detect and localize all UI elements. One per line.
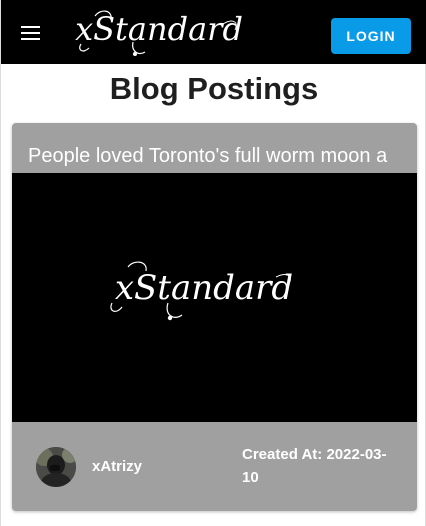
svg-text:xStandard: xStandard [75, 10, 243, 48]
menu-icon[interactable] [13, 16, 47, 50]
menu-icon-bar [20, 32, 40, 34]
post-image-logo: xStandard [110, 261, 293, 321]
post-title: People loved Toronto's full worm moon a [28, 145, 388, 167]
brand-logo[interactable]: xStandard [73, 2, 245, 60]
blog-post-card[interactable]: People loved Toronto's full worm moon a … [12, 123, 417, 511]
app-bar: xStandard LOGIN [1, 0, 426, 64]
author-name: xAtrizy [92, 458, 143, 475]
login-button[interactable]: LOGIN [331, 18, 411, 54]
svg-text:xStandard: xStandard [115, 268, 293, 308]
created-date: Created At: 2022-03-10 [242, 446, 387, 486]
menu-icon-bar [20, 26, 40, 28]
author-avatar[interactable] [36, 447, 76, 487]
page-root: xStandard LOGIN Blog Postings People lov… [0, 0, 426, 526]
page-title: Blog Postings [109, 71, 319, 106]
menu-icon-bar [20, 38, 40, 40]
post-image: xStandard [12, 173, 417, 422]
